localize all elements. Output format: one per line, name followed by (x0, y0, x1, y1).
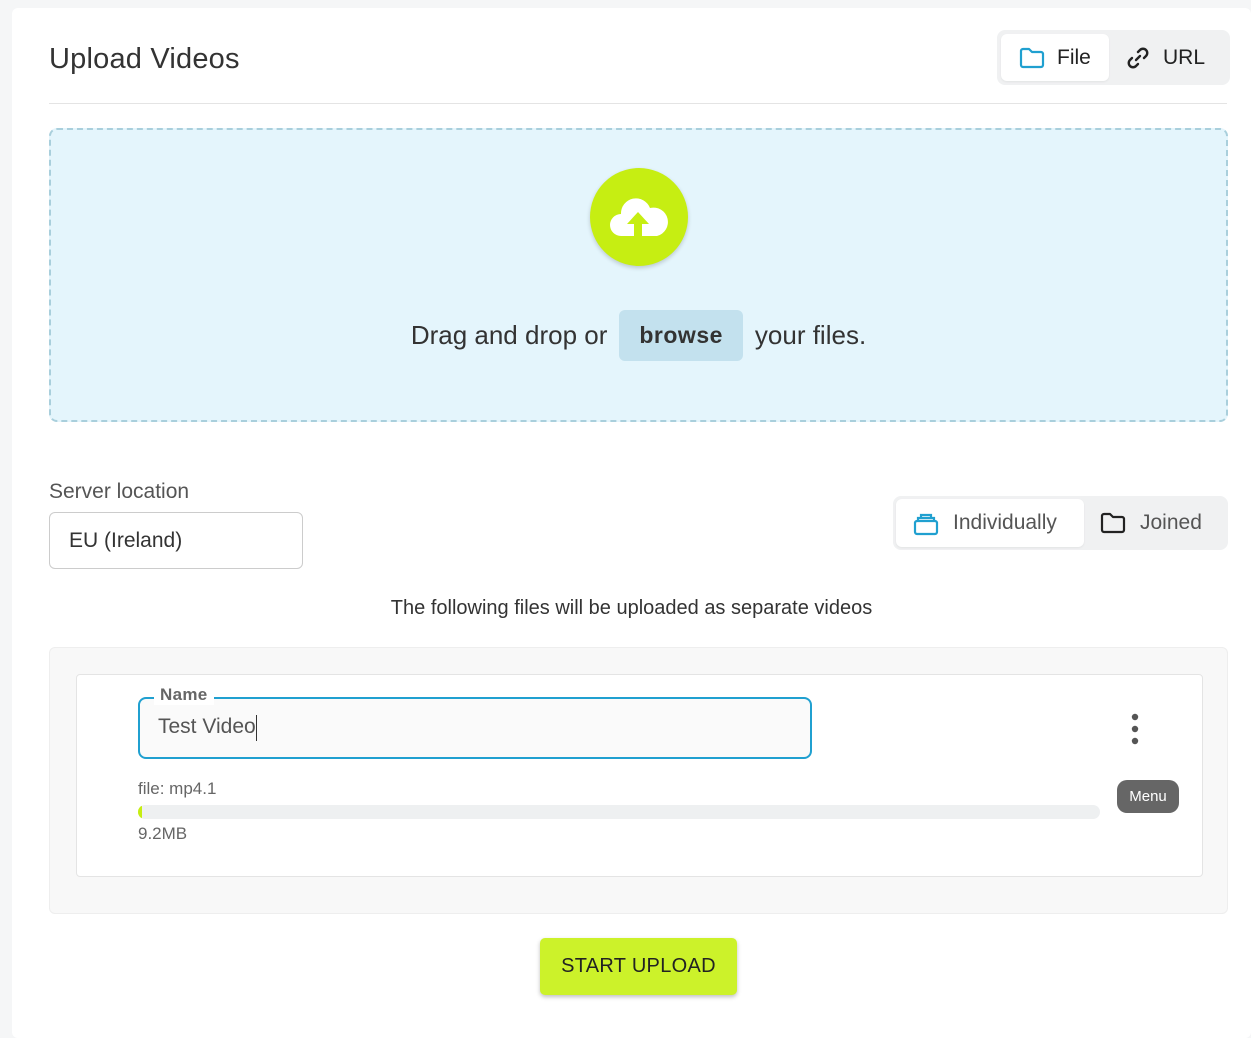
name-input[interactable] (158, 715, 778, 739)
link-icon (1127, 47, 1149, 68)
tab-individually-label: Individually (953, 511, 1057, 534)
upload-mode-toggle: Individually Joined (893, 496, 1228, 550)
dropzone[interactable]: Drag and drop or browse your files. (49, 128, 1228, 422)
upload-card: Upload Videos File URL Drag and drop or … (12, 8, 1251, 1038)
file-list: Name Menu file: mp4.1 9.2MB (49, 647, 1228, 914)
header: Upload Videos File URL (49, 8, 1230, 104)
stack-icon (913, 513, 939, 536)
tab-url[interactable]: URL (1113, 34, 1225, 81)
tab-joined[interactable]: Joined (1088, 499, 1224, 547)
drop-text-before: Drag and drop or (410, 320, 608, 350)
tab-joined-label: Joined (1140, 511, 1202, 534)
page-title: Upload Videos (49, 43, 240, 75)
name-field-label: Name (154, 685, 214, 705)
tab-file-label: File (1057, 45, 1091, 69)
folder-icon (1100, 512, 1126, 534)
upload-info-text: The following files will be uploaded as … (390, 597, 873, 619)
tab-url-label: URL (1163, 45, 1206, 69)
menu-tooltip: Menu (1117, 780, 1179, 813)
file-item: Name Menu file: mp4.1 9.2MB (76, 674, 1203, 877)
source-toggle: File URL (997, 30, 1230, 85)
cloud-upload-icon (590, 168, 688, 266)
start-upload-button[interactable]: START UPLOAD (540, 938, 737, 995)
tab-individually[interactable]: Individually (896, 499, 1084, 547)
drop-text-after: your files. (754, 320, 867, 350)
server-location-value: EU (Ireland) (69, 528, 183, 552)
upload-progress-bar (138, 805, 1100, 819)
server-location-select[interactable]: EU (Ireland) (49, 512, 303, 569)
file-type-label: file: mp4.1 (138, 779, 217, 798)
folder-icon (1019, 47, 1045, 68)
name-field[interactable]: Name (138, 685, 812, 759)
tab-file[interactable]: File (1001, 34, 1109, 81)
browse-button[interactable]: browse (619, 310, 743, 361)
drop-instructions: Drag and drop or browse your files. (51, 310, 1226, 361)
upload-progress-fill (138, 805, 142, 819)
text-caret (256, 715, 257, 741)
file-size: 9.2MB (138, 824, 188, 843)
server-location-label: Server location (49, 480, 190, 503)
more-vertical-icon[interactable] (1123, 711, 1147, 751)
